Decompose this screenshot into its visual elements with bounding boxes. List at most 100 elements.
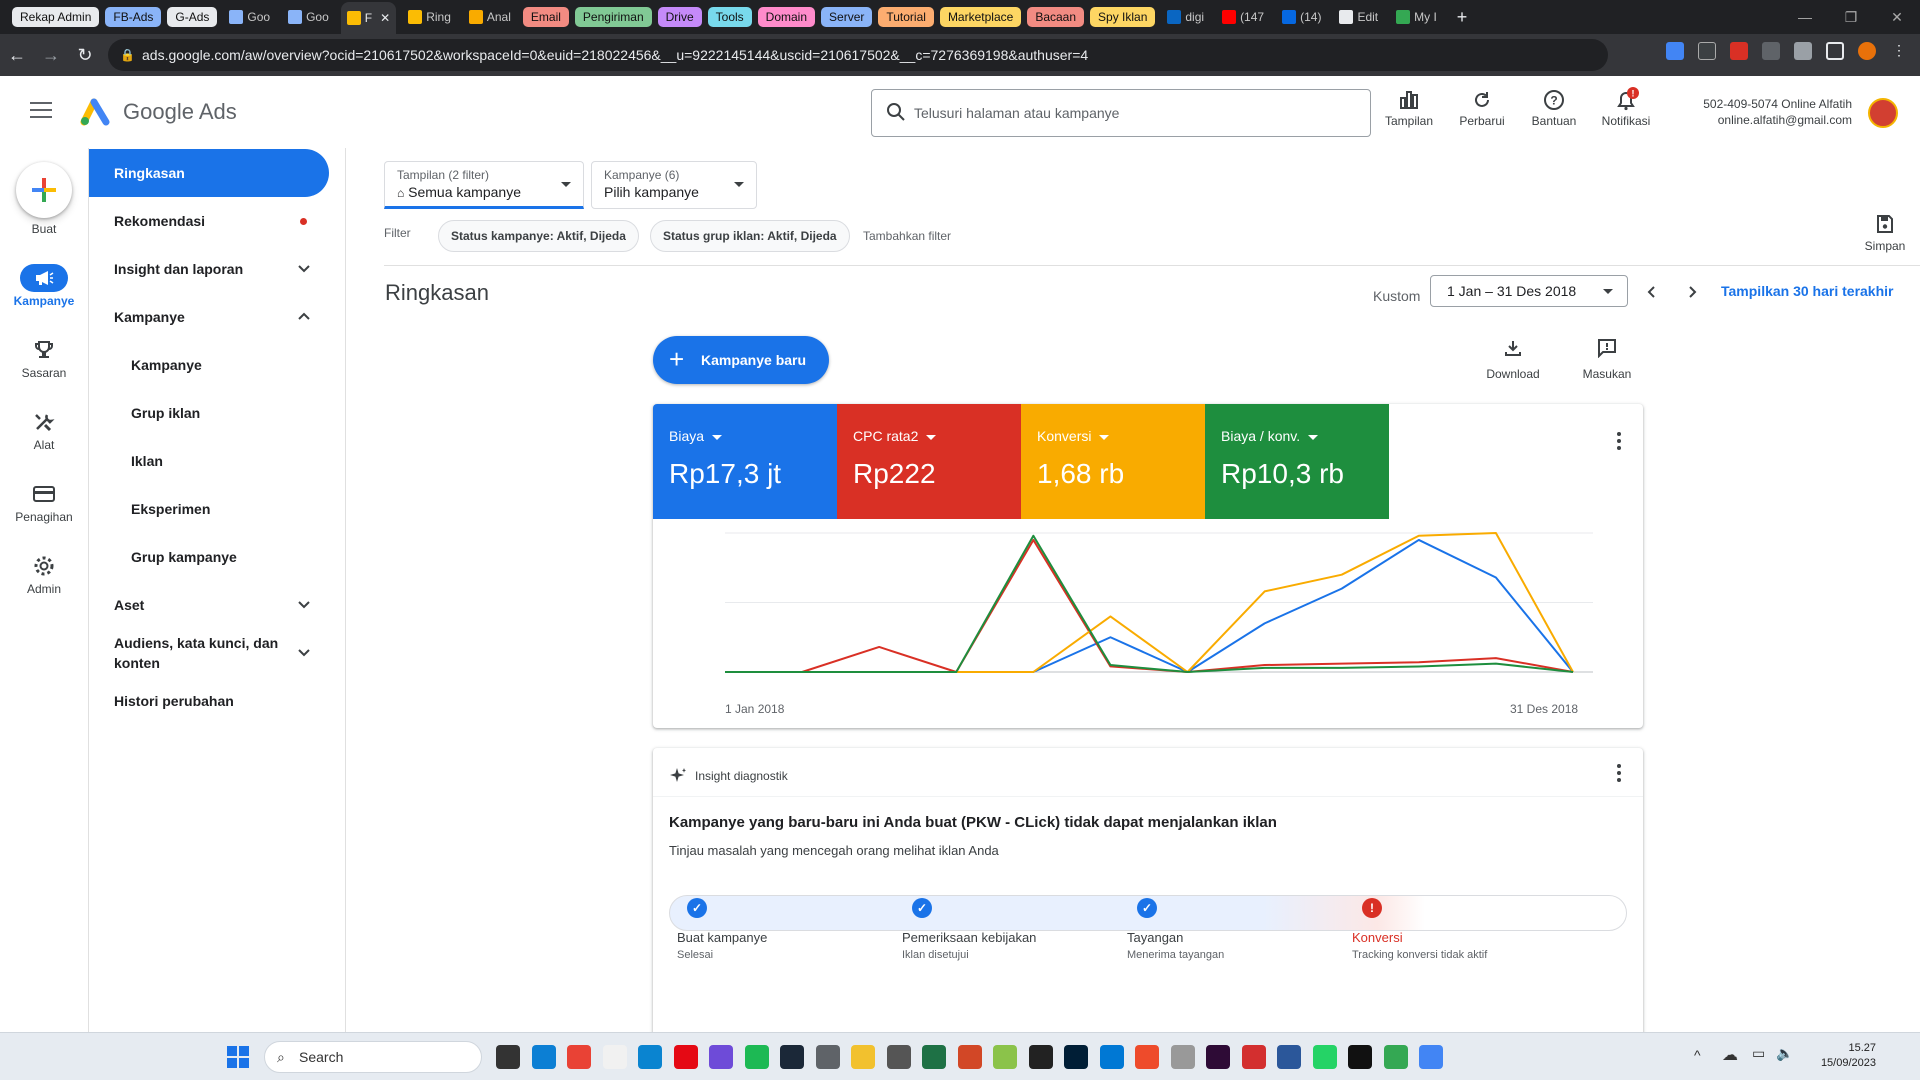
extension-icon[interactable]: [1666, 42, 1684, 60]
sidenav-item[interactable]: Grup iklan: [89, 389, 329, 437]
filter-chip-adgroup-status[interactable]: Status grup iklan: Aktif, Dijeda: [650, 220, 850, 252]
taskbar-app-icon[interactable]: [1099, 1045, 1124, 1069]
cloud-icon[interactable]: ☁: [1722, 1045, 1738, 1065]
system-clock[interactable]: 15.27 15/09/2023: [1821, 1041, 1876, 1071]
taskbar-app-icon[interactable]: [922, 1045, 946, 1069]
new-tab-icon[interactable]: +: [1457, 7, 1468, 28]
volume-icon[interactable]: 🔈: [1776, 1045, 1793, 1062]
taskbar-app-icon[interactable]: [602, 1045, 627, 1069]
windows-start-icon[interactable]: [226, 1045, 250, 1069]
create-button[interactable]: [16, 162, 72, 218]
sidenav-item[interactable]: Kampanye: [89, 341, 329, 389]
taskbar-app-icon[interactable]: [673, 1045, 698, 1069]
sidenav-item[interactable]: Histori perubahan: [89, 677, 329, 725]
sidenav-item[interactable]: Iklan: [89, 437, 329, 485]
taskbar-app-icon[interactable]: [851, 1045, 875, 1069]
rail-item-billing[interactable]: Penagihan: [0, 480, 88, 524]
campaign-filter-select[interactable]: Kampanye (6) Pilih kampanye: [591, 161, 757, 209]
sidenav-item[interactable]: Eksperimen: [89, 485, 329, 533]
date-range-select[interactable]: 1 Jan – 31 Des 2018: [1430, 275, 1628, 307]
reload-icon[interactable]: ↻: [68, 38, 102, 72]
taskbar-app-icon[interactable]: [957, 1045, 982, 1069]
taskbar-app-icon[interactable]: [638, 1045, 662, 1069]
view-button[interactable]: Tampilan: [1373, 86, 1445, 128]
tab-group-chip[interactable]: FB-Ads: [105, 7, 162, 27]
browser-tab-active[interactable]: F ✕: [340, 2, 397, 34]
notifications-button[interactable]: ! Notifikasi: [1588, 86, 1664, 128]
prev-range-button[interactable]: [1639, 279, 1665, 305]
browser-tab[interactable]: (14): [1276, 4, 1327, 30]
url-field[interactable]: 🔒 ads.google.com/aw/overview?ocid=210617…: [108, 39, 1608, 71]
next-range-button[interactable]: [1679, 279, 1705, 305]
taskbar-app-icon[interactable]: [1277, 1045, 1301, 1069]
filter-chip-campaign-status[interactable]: Status kampanye: Aktif, Dijeda: [438, 220, 639, 252]
new-campaign-button[interactable]: + Kampanye baru: [653, 336, 829, 384]
back-icon[interactable]: ←: [0, 38, 34, 72]
taskbar-app-icon[interactable]: [1348, 1045, 1372, 1069]
extension-icon[interactable]: [1698, 42, 1716, 60]
close-window-icon[interactable]: ✕: [1874, 0, 1920, 34]
view-filter-select[interactable]: Tampilan (2 filter) ⌂ Semua kampanye: [384, 161, 584, 209]
tab-group-chip[interactable]: Server: [821, 7, 873, 27]
network-icon[interactable]: ▭: [1752, 1045, 1765, 1062]
metric-tile[interactable]: Biaya Rp17,3 jt: [653, 404, 837, 519]
taskbar-app-icon[interactable]: [1312, 1045, 1337, 1069]
minimize-icon[interactable]: —: [1782, 0, 1828, 34]
extension-icon[interactable]: [1730, 42, 1748, 60]
close-tab-icon[interactable]: ✕: [380, 11, 390, 25]
sidenav-item[interactable]: Aset: [89, 581, 329, 629]
sidenav-item[interactable]: Rekomendasi: [89, 197, 329, 245]
sidebar-icon[interactable]: [1826, 42, 1844, 60]
tab-group-chip[interactable]: Drive: [657, 7, 702, 27]
sidenav-item[interactable]: Insight dan laporan: [89, 245, 329, 293]
tab-group-chip[interactable]: Marketplace: [939, 7, 1022, 27]
taskbar-app-icon[interactable]: [1135, 1045, 1159, 1069]
browser-tab[interactable]: My I: [1390, 4, 1443, 30]
menu-icon[interactable]: [30, 102, 52, 122]
tab-group-chip[interactable]: Rekap Admin: [12, 7, 100, 27]
browser-tab[interactable]: Ring: [402, 4, 457, 30]
rail-item-tools[interactable]: Alat: [0, 408, 88, 452]
refresh-button[interactable]: Perbarui: [1446, 86, 1518, 128]
help-button[interactable]: ? Bantuan: [1518, 86, 1590, 128]
tab-group-chip[interactable]: Spy Iklan: [1090, 7, 1156, 27]
browser-tab[interactable]: Anal: [463, 4, 517, 30]
account-info[interactable]: 502-409-5074 Online Alfatih online.alfat…: [1703, 96, 1852, 128]
tab-group-chip[interactable]: Bacaan: [1027, 7, 1085, 27]
tab-group-chip[interactable]: Pengiriman: [574, 7, 652, 27]
sidenav-item[interactable]: Audiens, kata kunci, dan konten: [89, 629, 329, 677]
add-filter-link[interactable]: Tambahkan filter: [863, 229, 951, 243]
profile-icon[interactable]: [1858, 42, 1876, 60]
metric-tile[interactable]: Biaya / konv. Rp10,3 rb: [1205, 404, 1389, 519]
taskbar-search-input[interactable]: ⌕ Search: [264, 1041, 482, 1073]
sidenav-item[interactable]: Grup kampanye: [89, 533, 329, 581]
avatar[interactable]: [1868, 98, 1898, 128]
taskbar-app-icon[interactable]: [567, 1045, 591, 1069]
taskbar-app-icon[interactable]: [886, 1045, 911, 1069]
feedback-button[interactable]: Masukan: [1572, 338, 1642, 381]
browser-tab[interactable]: Edit: [1333, 4, 1384, 30]
taskbar-app-icon[interactable]: [531, 1045, 556, 1069]
metric-tile[interactable]: Konversi 1,68 rb: [1021, 404, 1205, 519]
taskbar-app-icon[interactable]: [1383, 1045, 1408, 1069]
taskbar-app-icon[interactable]: [1241, 1045, 1266, 1069]
tray-chevron-icon[interactable]: ^: [1694, 1047, 1701, 1063]
save-button[interactable]: Simpan: [1855, 214, 1915, 253]
taskbar-app-icon[interactable]: [1170, 1045, 1195, 1069]
browser-tab[interactable]: Goo: [282, 4, 335, 30]
taskbar-app-icon[interactable]: [496, 1045, 520, 1069]
tab-group-chip[interactable]: Tools: [707, 7, 752, 27]
tab-group-chip[interactable]: Domain: [757, 7, 816, 27]
tab-group-chip[interactable]: Email: [522, 7, 569, 27]
sidenav-item[interactable]: Ringkasan: [89, 149, 329, 197]
more-vert-icon[interactable]: [1617, 432, 1621, 453]
taskbar-app-icon[interactable]: [1028, 1045, 1053, 1069]
browser-tab[interactable]: digi: [1161, 4, 1210, 30]
taskbar-app-icon[interactable]: [1206, 1045, 1230, 1069]
more-vert-icon[interactable]: [1617, 764, 1621, 785]
taskbar-app-icon[interactable]: [1419, 1045, 1443, 1069]
download-button[interactable]: Download: [1478, 338, 1548, 381]
rail-item-admin[interactable]: Admin: [0, 552, 88, 596]
taskbar-app-icon[interactable]: [1064, 1045, 1088, 1069]
rail-item-goals[interactable]: Sasaran: [0, 336, 88, 380]
